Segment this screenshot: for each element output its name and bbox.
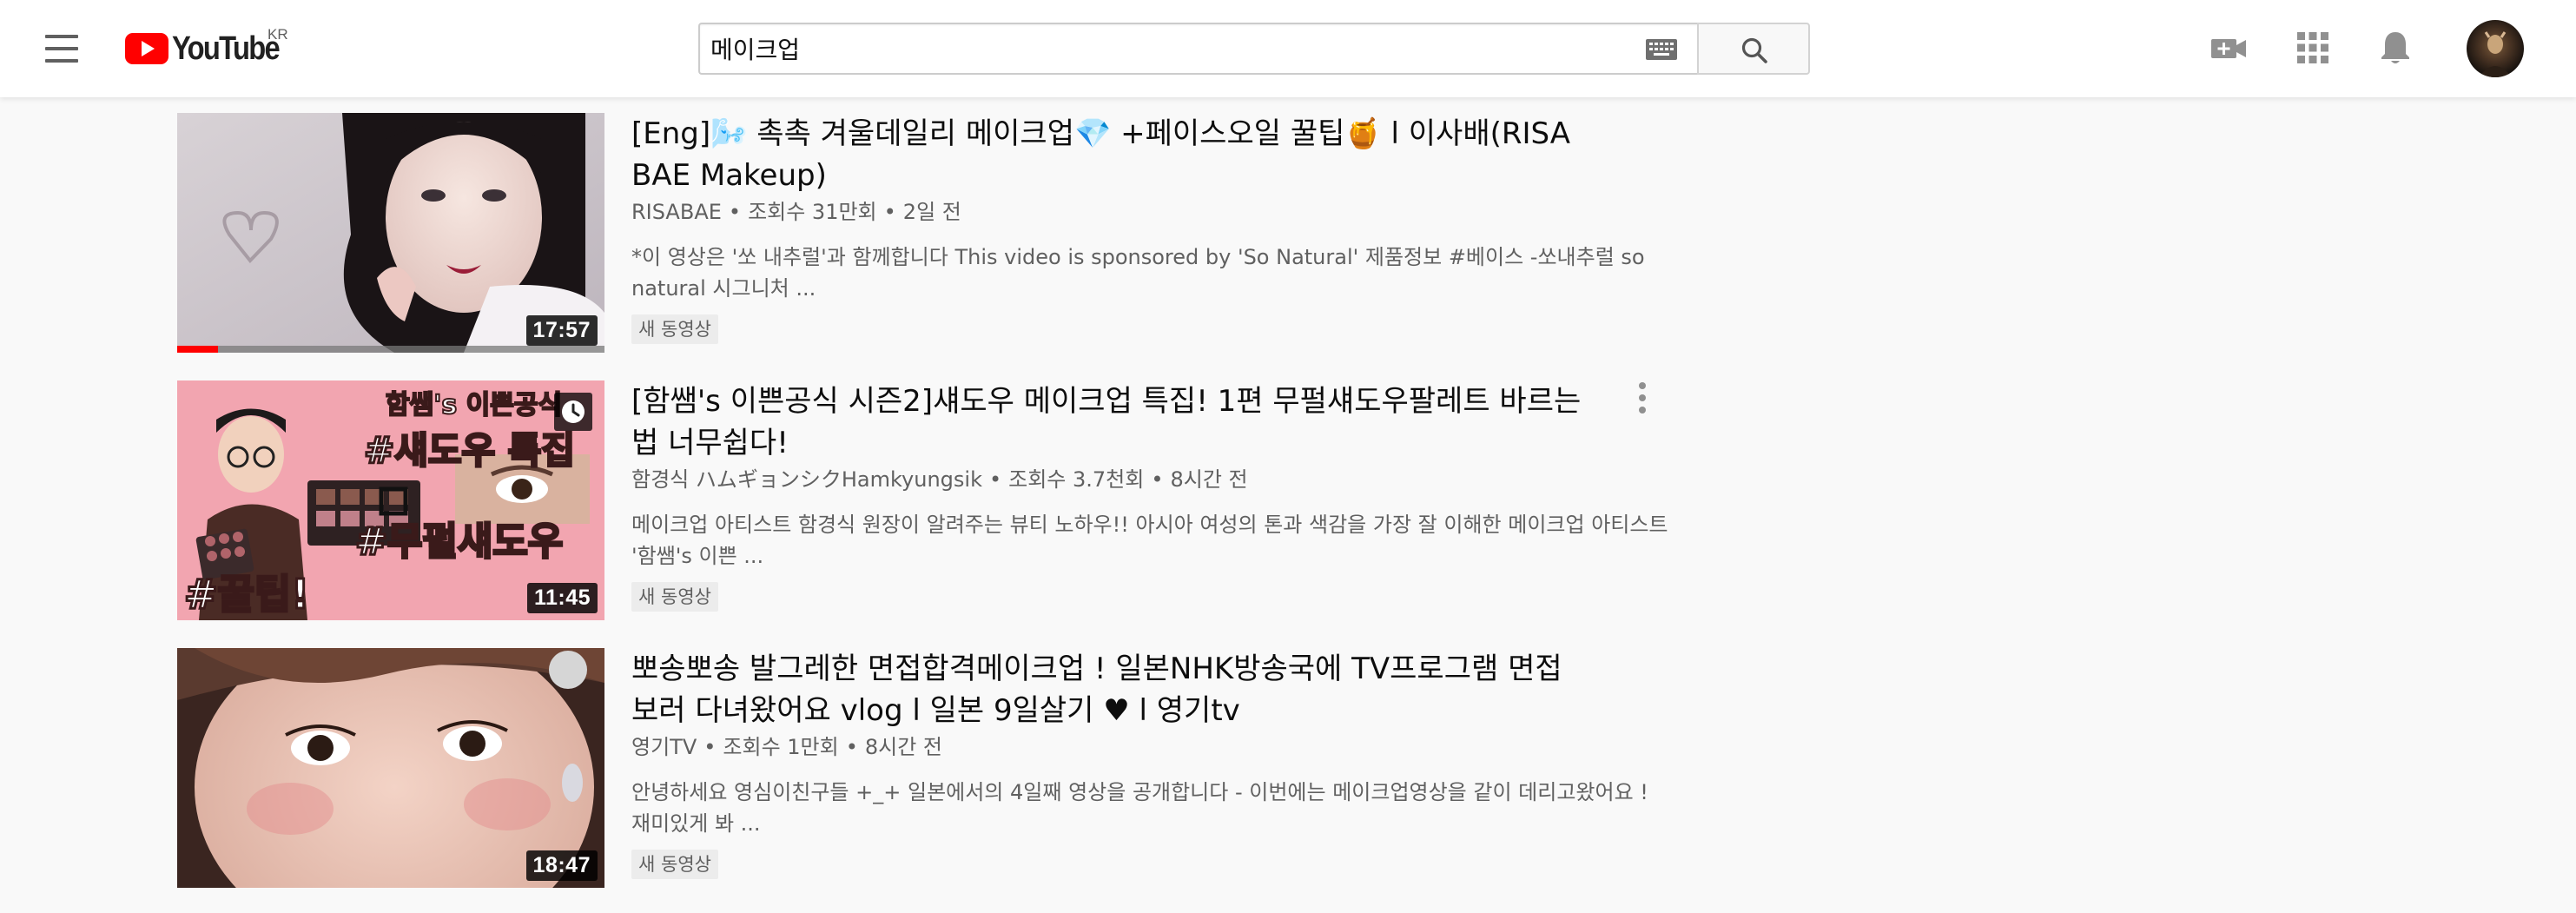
channel-name[interactable]: 영기TV — [631, 735, 697, 759]
thumbnail-text: #꿀팁! — [184, 571, 309, 618]
separator-dot: • — [728, 200, 742, 224]
video-meta: [Eng]🌬️ 촉촉 겨울데일리 메이크업💎 +페이스오일 꿀팁🍯 l 이사배(… — [631, 113, 1674, 344]
logo-text: YouTube — [172, 30, 281, 67]
video-result: 17:57 [Eng]🌬️ 촉촉 겨울데일리 메이크업💎 +페이스오일 꿀팁🍯 … — [177, 113, 1688, 353]
youtube-logo[interactable]: YouTube KR — [125, 26, 296, 68]
video-thumbnail[interactable]: 17:57 — [177, 113, 604, 353]
video-result: 18:47 뽀송뽀송 발그레한 면접합격메이크업 ! 일본NHK방송국에 TV프… — [177, 648, 1688, 888]
separator-dot: • — [845, 735, 858, 759]
view-count: 조회수 1만회 — [723, 735, 839, 759]
video-title[interactable]: [함쌤's 이쁜공식 시즌2]섀도우 메이크업 특집! 1편 무펄섀도우팔레트 … — [631, 380, 1587, 464]
search-button[interactable] — [1697, 23, 1810, 75]
keyboard-icon[interactable] — [1645, 38, 1678, 61]
separator-dot: • — [703, 735, 717, 759]
apps-icon[interactable] — [2296, 31, 2329, 64]
view-count: 조회수 3.7천회 — [1008, 467, 1145, 492]
video-duration: 18:47 — [525, 850, 598, 881]
video-byline: 영기TV • 조회수 1만회 • 8시간 전 — [631, 733, 1674, 761]
watch-later-button[interactable] — [554, 393, 592, 431]
separator-dot: • — [1151, 467, 1164, 492]
thumbnail-text: #무펄섀도우 — [355, 519, 563, 564]
notifications-icon[interactable] — [2380, 30, 2411, 66]
search-box — [698, 23, 1699, 75]
video-result: 함쌤's 이쁜공식 #섀도우 특집 #무펄섀도우 #꿀팁! 11:45 [함쌤'… — [177, 380, 1688, 620]
video-duration: 11:45 — [526, 583, 598, 613]
video-description: 안녕하세요 영심이친구들 +_+ 일본에서의 4일째 영상을 공개합니다 - 이… — [631, 780, 1648, 836]
menu-icon[interactable] — [42, 30, 83, 68]
video-byline: 함경식 ハムギョンシクHamkyungsik • 조회수 3.7천회 • 8시간 전 — [631, 466, 1674, 493]
masthead: YouTube KR — [0, 0, 2576, 97]
avatar-image — [2479, 31, 2512, 77]
separator-dot: • — [883, 200, 896, 224]
watch-progress-fill — [177, 346, 218, 353]
avatar[interactable] — [2467, 20, 2524, 77]
youtube-play-icon — [125, 33, 168, 64]
clock-icon — [562, 400, 585, 423]
video-description: *이 영상은 '쏘 내추럴'과 함께합니다 This video is spon… — [631, 245, 1645, 301]
watch-progress-bar — [177, 346, 604, 353]
upload-age: 2일 전 — [902, 200, 961, 224]
view-count: 조회수 31만회 — [748, 200, 877, 224]
thumbnail-text: #섀도우 특집 — [364, 429, 575, 472]
create-video-icon[interactable] — [2210, 33, 2247, 64]
upload-age: 8시간 전 — [1170, 467, 1248, 492]
video-thumbnail[interactable]: 함쌤's 이쁜공식 #섀도우 특집 #무펄섀도우 #꿀팁! 11:45 — [177, 380, 604, 620]
thumbnail-text: 함쌤's 이쁜공식 — [386, 390, 562, 420]
country-code: KR — [268, 26, 288, 43]
search-icon — [1741, 37, 1767, 63]
video-meta: 뽀송뽀송 발그레한 면접합격메이크업 ! 일본NHK방송국에 TV프로그램 면접… — [631, 648, 1674, 879]
video-thumbnail[interactable]: 18:47 — [177, 648, 604, 888]
more-actions-icon[interactable] — [1623, 380, 1661, 419]
separator-dot: • — [988, 467, 1002, 492]
video-duration: 17:57 — [525, 315, 598, 346]
video-title[interactable]: [Eng]🌬️ 촉촉 겨울데일리 메이크업💎 +페이스오일 꿀팁🍯 l 이사배(… — [631, 113, 1587, 196]
video-description: 메이크업 아티스트 함경식 원장이 알려주는 뷰티 노하우!! 아시아 여성의 … — [631, 513, 1668, 568]
video-meta: [함쌤's 이쁜공식 시즌2]섀도우 메이크업 특집! 1편 무펄섀도우팔레트 … — [631, 380, 1674, 612]
video-title[interactable]: 뽀송뽀송 발그레한 면접합격메이크업 ! 일본NHK방송국에 TV프로그램 면접… — [631, 648, 1587, 731]
new-video-badge: 새 동영상 — [631, 582, 718, 612]
new-video-badge: 새 동영상 — [631, 850, 718, 879]
video-byline: RISABAE • 조회수 31만회 • 2일 전 — [631, 198, 1674, 226]
search-input[interactable] — [710, 31, 1631, 66]
channel-name[interactable]: 함경식 ハムギョンシクHamkyungsik — [631, 467, 982, 492]
new-video-badge: 새 동영상 — [631, 314, 718, 344]
upload-age: 8시간 전 — [864, 735, 943, 759]
channel-name[interactable]: RISABAE — [631, 200, 722, 224]
